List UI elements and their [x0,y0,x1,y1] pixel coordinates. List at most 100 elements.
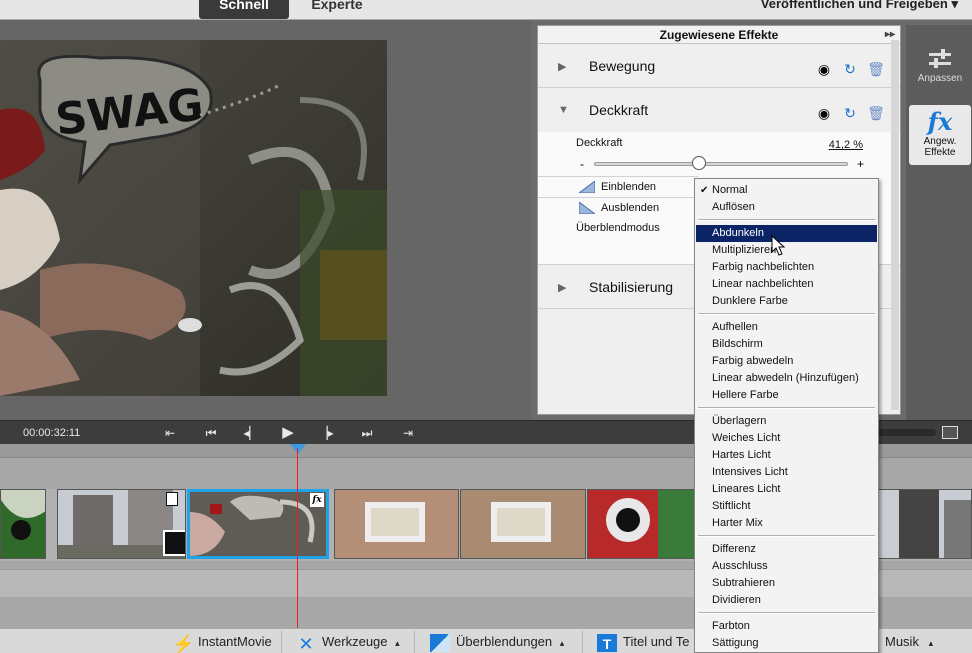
blend-mode-option-label: Farbig abwedeln [712,355,794,367]
slider-minus-label: - [580,157,584,171]
play-icon[interactable]: ▶ [278,423,298,443]
blend-mode-option[interactable]: Farbig abwedeln [696,353,877,370]
blend-mode-option[interactable]: Hartes Licht [696,447,877,464]
frame-back-icon[interactable]: ◂▏ [241,423,261,443]
panel-scrollbar[interactable] [891,40,899,410]
blend-mode-option[interactable]: Hellere Farbe [696,387,877,404]
chevron-up-icon: ▴ [395,638,400,648]
tab-experte[interactable]: Experte [302,0,372,19]
opacity-slider-handle[interactable] [691,156,706,170]
blend-mode-option-label: Auflösen [712,201,755,213]
blend-mode-option[interactable]: Differenz [696,541,877,558]
blend-mode-option[interactable]: Farbig nachbelichten [696,259,877,276]
fit-timeline-button[interactable] [942,426,958,439]
zoom-slider[interactable] [878,429,936,436]
fade-out-label: Ausblenden [601,202,660,214]
eye-icon[interactable]: ◉ [814,104,834,122]
titles-label: Titel und Te [623,634,690,649]
playhead-marker[interactable] [290,444,306,454]
applied-label-line2: Effekte [924,147,956,158]
video-clip[interactable] [57,489,186,559]
blend-mode-option[interactable]: Linear abwedeln (Hinzufügen) [696,370,877,387]
playhead-line [297,448,298,628]
blend-mode-option[interactable]: Harter Mix [696,515,877,532]
checkmark-icon: ✔ [700,185,709,196]
blend-mode-option[interactable]: Auflösen [696,199,877,216]
trash-icon[interactable]: 🗑 [866,104,886,122]
blend-mode-option[interactable]: Bildschirm [696,336,877,353]
collapse-triangle-icon[interactable]: ▼ [558,104,569,116]
blend-mode-option-label: Weiches Licht [712,432,781,444]
skip-back-icon[interactable]: ⏮ [201,423,221,443]
effect-row-deckkraft[interactable]: ▼ Deckkraft ◉ ↻ 🗑 [538,88,900,132]
sliders-icon [929,49,951,68]
instantmovie-button[interactable]: ⚡ InstantMovie [172,632,272,653]
blend-mode-option[interactable]: Stiftlicht [696,498,877,515]
effect-name: Bewegung [589,58,656,74]
blend-mode-option[interactable]: Intensives Licht [696,464,877,481]
adjust-button[interactable]: Anpassen [909,41,971,109]
fade-in-button[interactable]: Einblenden [538,176,698,196]
eye-icon[interactable]: ◉ [814,60,834,78]
music-label: Musik [885,634,919,649]
blend-mode-option[interactable]: Weiches Licht [696,430,877,447]
blend-mode-option[interactable]: Überlagern [696,413,877,430]
tab-schnell[interactable]: Schnell [199,0,289,19]
blend-mode-option-label: Hellere Farbe [712,389,779,401]
fade-out-button[interactable]: Ausblenden [538,197,698,217]
blend-mode-option-label: Linear nachbelichten [712,278,814,290]
blend-mode-option-label: Dunklere Farbe [712,295,788,307]
transition-thumb[interactable] [163,530,185,556]
video-clip-selected[interactable]: fx [187,489,329,559]
reset-icon[interactable]: ↻ [840,104,860,122]
effect-row-bewegung[interactable]: ▶ Bewegung ◉ ↻ 🗑 [538,44,900,88]
music-button[interactable]: Musik ▴ [885,632,933,652]
blend-mode-dropdown[interactable]: ✔ Normal Auflösen Abdunkeln Multiplizieren Fa… [694,178,879,653]
opacity-value[interactable]: 41,2 % [829,139,863,151]
video-clip[interactable] [460,489,586,559]
reset-icon[interactable]: ↻ [840,60,860,78]
menu-separator [698,612,875,614]
opacity-slider-track[interactable] [594,162,848,166]
frame-forward-icon[interactable]: ▕▸ [316,423,336,443]
applied-effects-button[interactable]: fx Angew. Effekte [909,105,971,165]
skip-forward-icon[interactable]: ⏭ [357,423,377,443]
video-clip[interactable] [334,489,459,559]
video-clip[interactable] [587,489,697,559]
instantmovie-label: InstantMovie [198,634,272,649]
effect-name: Deckkraft [589,102,649,118]
titles-button[interactable]: T Titel und Te [597,632,690,652]
blend-mode-option[interactable]: Farbton [696,618,877,635]
blend-mode-option-label: Abdunkeln [712,227,764,239]
go-start-marker-button[interactable]: ⇤ [160,423,180,443]
trash-icon[interactable]: 🗑 [866,60,886,78]
expand-triangle-icon[interactable]: ▶ [558,60,566,73]
tools-label: Werkzeuge [322,634,388,649]
transitions-button[interactable]: Überblendungen ▴ [430,632,564,652]
blend-mode-option[interactable]: Lineares Licht [696,481,877,498]
blend-mode-option[interactable]: Abdunkeln [696,225,877,242]
video-clip[interactable] [878,489,972,559]
blend-mode-option[interactable]: Sättigung [696,635,877,652]
blend-mode-option[interactable]: Dividieren [696,592,877,609]
publish-share-menu[interactable]: Veröffentlichen und Freigeben ▾ [761,0,958,15]
timecode: 00:00:32:11 [23,427,81,439]
video-clip[interactable] [0,489,46,559]
blend-mode-option[interactable]: Linear nachbelichten [696,276,877,293]
blend-mode-option-label: Dividieren [712,594,761,606]
blend-mode-option[interactable]: Dunklere Farbe [696,293,877,310]
panel-title: Zugewiesene Effekte [659,28,779,42]
blend-mode-option-label: Normal [712,184,748,196]
blend-mode-option[interactable]: Aufhellen [696,319,877,336]
expand-triangle-icon[interactable]: ▶ [558,281,566,294]
blend-mode-option-label: Bildschirm [712,338,763,350]
blend-mode-option[interactable]: Ausschluss [696,558,877,575]
menu-separator [698,313,875,315]
blend-mode-option[interactable]: ✔ Normal [696,182,877,199]
blend-mode-option-label: Lineares Licht [712,483,781,495]
fx-icon: fx [927,107,953,136]
go-end-marker-button[interactable]: ⇥ [398,423,418,443]
blend-mode-option[interactable]: Multiplizieren [696,242,877,259]
tools-button[interactable]: ✕ Werkzeuge ▴ [296,632,400,653]
blend-mode-option[interactable]: Subtrahieren [696,575,877,592]
